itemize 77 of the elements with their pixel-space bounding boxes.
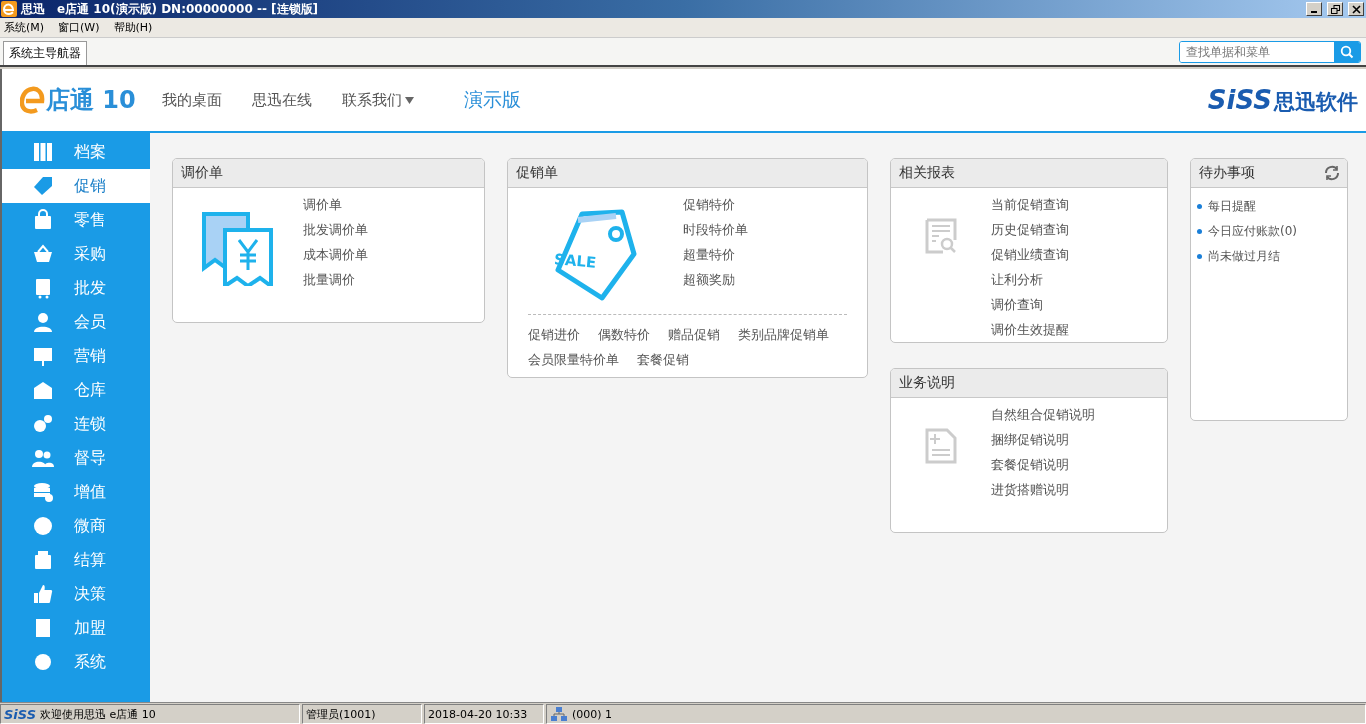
status-logo: SiSS: [4, 706, 37, 722]
panel-link[interactable]: 促销进价: [528, 322, 580, 347]
status-welcome: SiSS 欢迎使用思迅 e店通 10: [0, 704, 300, 724]
receipt-icon: [201, 212, 275, 286]
binders-icon: [32, 141, 54, 163]
brand-logo: SiSS思迅软件: [1207, 84, 1358, 116]
panel-link[interactable]: 时段特价单: [683, 217, 748, 242]
app-logo-icon: [1, 1, 17, 17]
panel-link[interactable]: 调价生效提醒: [991, 317, 1069, 342]
person-icon: [32, 311, 54, 333]
panel-link[interactable]: 成本调价单: [303, 242, 368, 267]
panel-link[interactable]: 自然组合促销说明: [991, 402, 1095, 427]
panel-title: 促销单: [508, 159, 867, 188]
panel-title: 业务说明: [891, 369, 1167, 398]
panel-link[interactable]: 当前促销查询: [991, 192, 1069, 217]
panel-link[interactable]: 捆绑促销说明: [991, 427, 1069, 452]
status-user: 管理员(1001): [302, 704, 422, 724]
edition-label: 演示版: [464, 87, 521, 112]
network-icon: [550, 706, 568, 722]
panel-link[interactable]: 调价查询: [991, 292, 1043, 317]
panel-link[interactable]: 超量特价: [683, 242, 735, 267]
todo-item[interactable]: 尚未做过月结: [1208, 248, 1280, 265]
panel-link[interactable]: 促销业绩查询: [991, 242, 1069, 267]
report-search-icon: [925, 218, 957, 254]
search-button[interactable]: [1334, 41, 1360, 62]
menu-item[interactable]: 系统(M): [4, 20, 45, 35]
panel-link[interactable]: 促销特价: [683, 192, 735, 217]
panel-link[interactable]: 让利分析: [991, 267, 1043, 292]
caret-icon: [405, 96, 414, 104]
close-button[interactable]: [1348, 2, 1364, 16]
menu-item[interactable]: 帮助(H): [113, 20, 153, 35]
panel-link[interactable]: 批量调价: [303, 267, 355, 292]
panel-title: 待办事项: [1199, 164, 1255, 182]
menu-item[interactable]: 窗口(W): [58, 20, 100, 35]
minimize-button[interactable]: [1306, 2, 1322, 16]
nav-link[interactable]: 思迅在线: [252, 90, 312, 110]
people-icon: [32, 447, 54, 469]
panel-link[interactable]: 偶数特价: [598, 322, 650, 347]
bullet-icon: [1197, 229, 1202, 234]
restore-button[interactable]: [1327, 2, 1343, 16]
todo-item[interactable]: 每日提醒: [1208, 198, 1256, 215]
todo-item[interactable]: 今日应付账款(0): [1208, 223, 1297, 240]
sidebar-item[interactable]: 促销: [2, 169, 150, 203]
panel-link[interactable]: 套餐促销说明: [991, 452, 1069, 477]
close-icon: [1351, 4, 1361, 14]
window-title: e店通 10(演示版) DN:00000000 -- [连锁版]: [57, 0, 319, 18]
e-logo-icon: [20, 86, 46, 114]
nav-link[interactable]: 联系我们: [342, 90, 414, 110]
refresh-icon[interactable]: [1323, 164, 1341, 182]
panel-link[interactable]: 批发调价单: [303, 217, 368, 242]
panel-link[interactable]: 超额奖励: [683, 267, 735, 292]
search-field[interactable]: 查找单据和菜单: [1179, 40, 1361, 63]
bullet-icon: [1197, 254, 1202, 259]
status-datetime: 2018-04-20 10:33: [424, 704, 544, 724]
board-icon: [32, 345, 54, 367]
tab[interactable]: 系统主导航器: [3, 41, 87, 65]
panel-link[interactable]: 历史促销查询: [991, 217, 1069, 242]
nav-link[interactable]: 我的桌面: [162, 90, 222, 110]
panel-link[interactable]: 会员限量特价单: [528, 347, 619, 372]
panel-link[interactable]: 套餐促销: [637, 347, 689, 372]
app-name: 思迅: [21, 0, 45, 18]
panel-link[interactable]: 赠品促销: [668, 322, 720, 347]
database-icon: [32, 481, 54, 503]
bag-icon: [32, 209, 54, 231]
warehouse-icon: [32, 379, 54, 401]
restore-icon: [1330, 4, 1340, 14]
logo-text: 店通 10: [46, 85, 136, 116]
panel-link[interactable]: 进货搭赠说明: [991, 477, 1069, 502]
panel-title: 调价单: [173, 159, 484, 188]
panel-link[interactable]: 调价单: [303, 192, 342, 217]
basket-icon: [32, 243, 54, 265]
tag-icon: [32, 175, 54, 197]
status-network: (000) 1: [546, 704, 1366, 724]
panel-link[interactable]: 类别品牌促销单: [738, 322, 829, 347]
thumbs-up-icon: [32, 583, 54, 605]
bullet-icon: [1197, 204, 1202, 209]
panel-title: 相关报表: [891, 159, 1167, 188]
